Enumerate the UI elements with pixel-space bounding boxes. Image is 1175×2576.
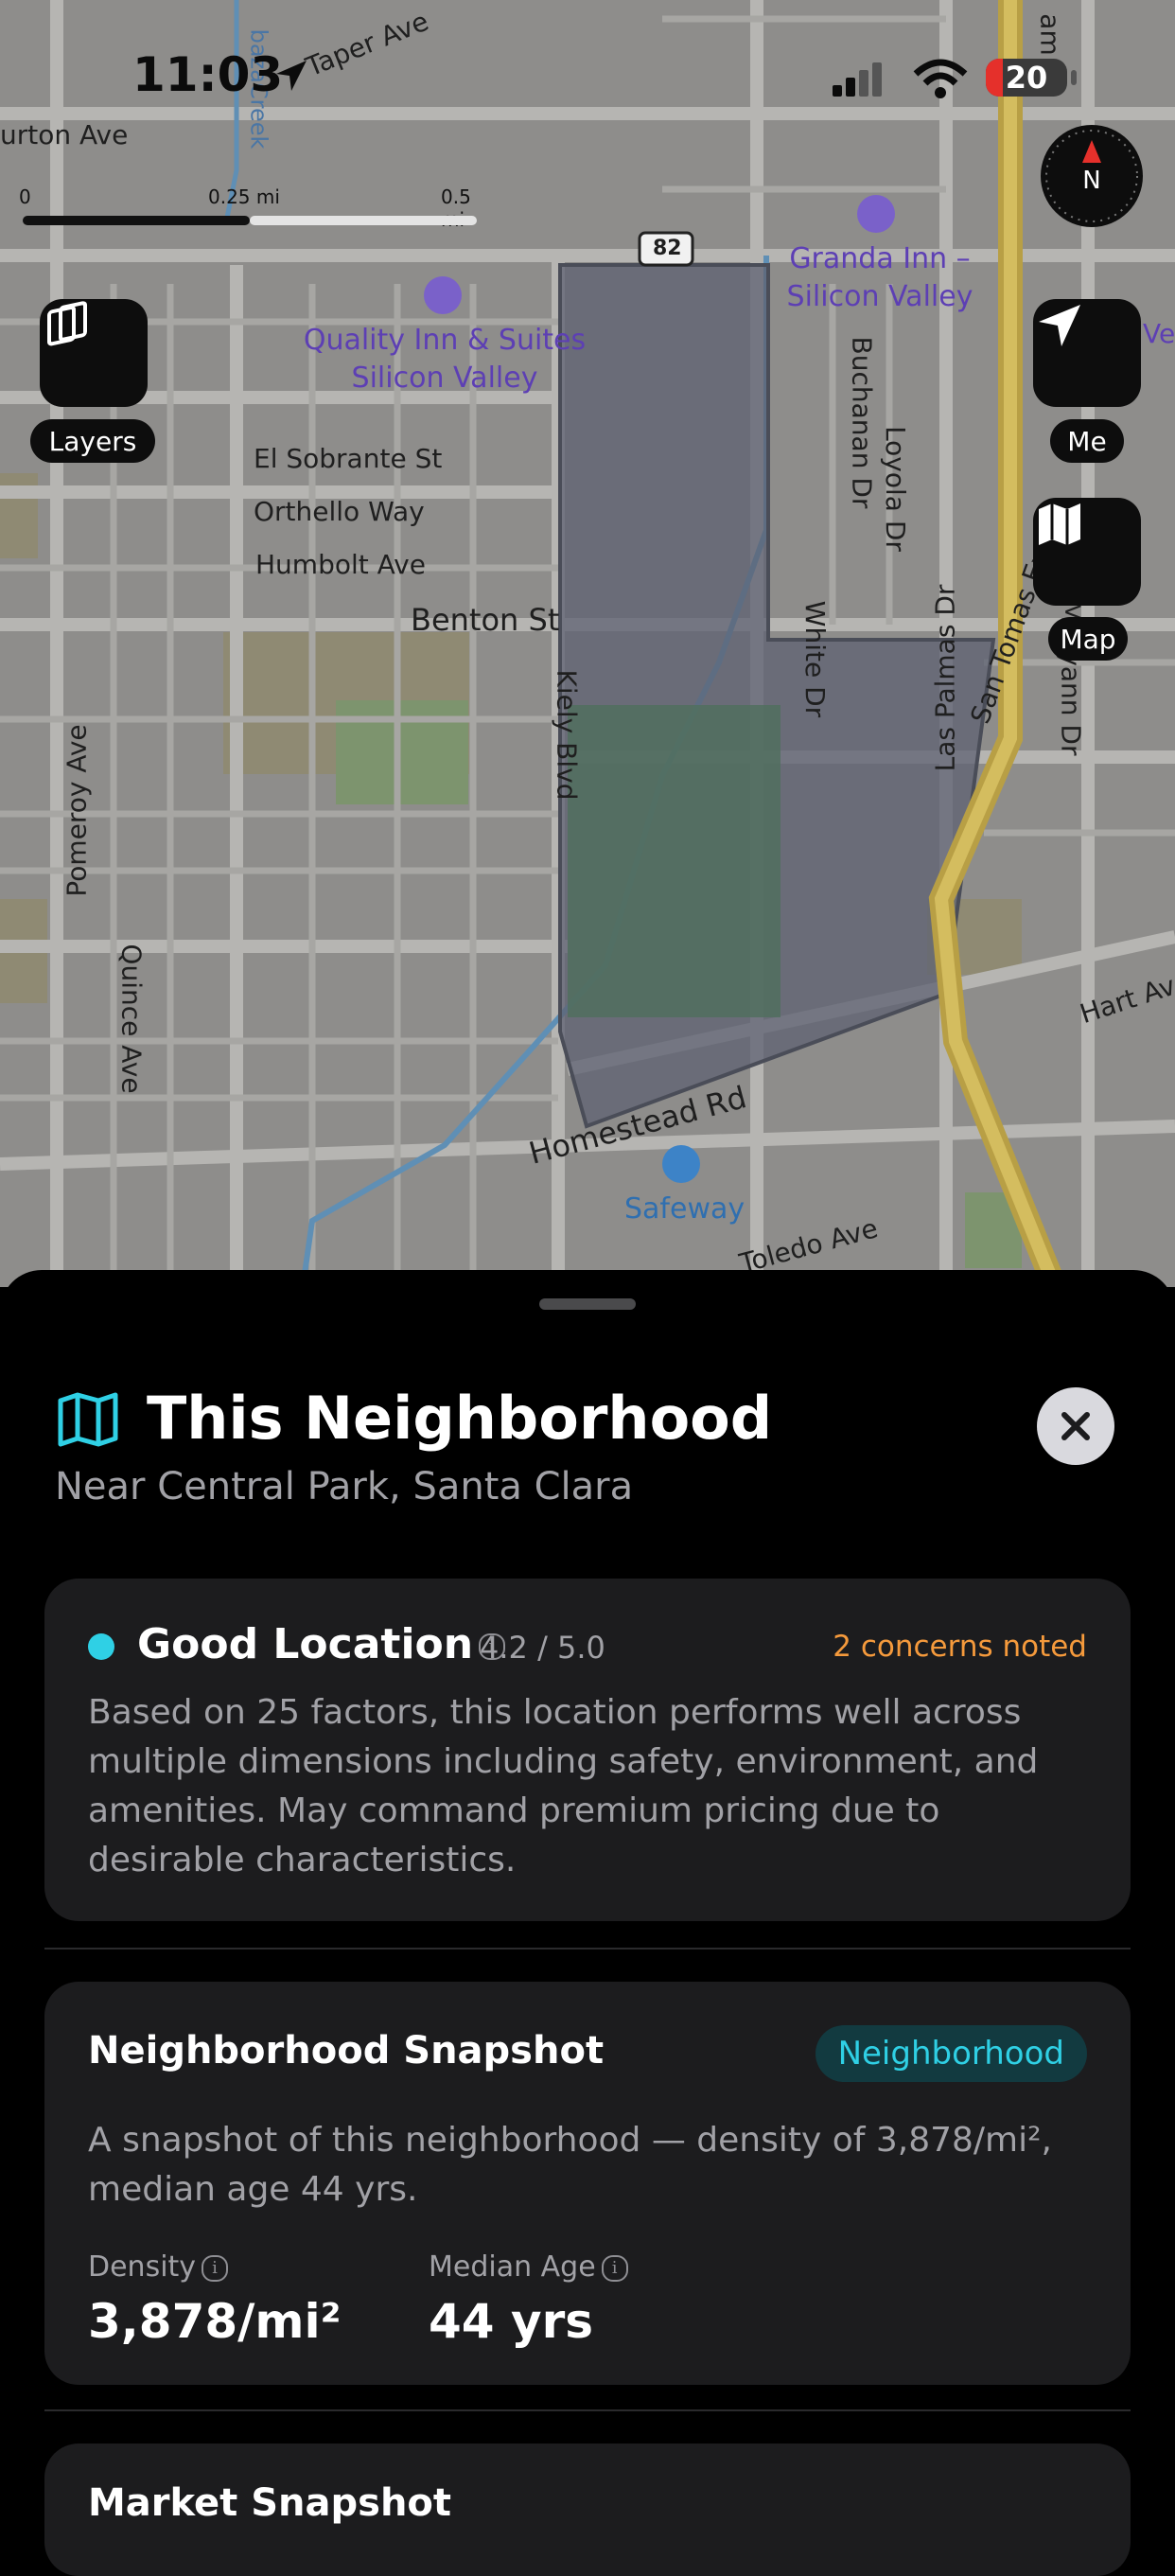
street-label: Humbolt Ave: [255, 549, 426, 580]
hotel-poi-icon[interactable]: [857, 195, 895, 233]
street-label: Benton St: [411, 602, 560, 638]
snapshot-description: A snapshot of this neighborhood — densit…: [88, 2121, 1052, 2209]
poi-label-line: Silicon Valley: [351, 362, 538, 395]
layers-button-label[interactable]: Layers: [30, 419, 155, 463]
map-style-button[interactable]: [1033, 498, 1141, 606]
map-view[interactable]: 82 Taper Ave urton Ave bazaCreek El Sobr…: [0, 0, 1175, 1287]
poi-label-line: Granda Inn –: [789, 242, 971, 275]
poi-label-line: Quality Inn & Suites: [303, 324, 587, 357]
street-label: urton Ave: [0, 119, 129, 150]
divider: [44, 2409, 1131, 2411]
market-snapshot-card[interactable]: Market Snapshot: [44, 2444, 1131, 2576]
map-icon: [1039, 503, 1080, 545]
info-icon[interactable]: i: [601, 2254, 628, 2282]
density-label: Density i: [88, 2250, 229, 2284]
street-label: El Sobrante St: [254, 443, 443, 474]
rating-label: Good Location i: [137, 1620, 506, 1668]
street-label: Pomeroy Ave: [61, 724, 93, 897]
map-style-label[interactable]: Map: [1048, 617, 1128, 661]
location-rating-card[interactable]: Good Location i 4.2 / 5.0 2 concerns note…: [44, 1579, 1131, 1921]
category-tag: Neighborhood: [815, 2025, 1087, 2082]
grocery-poi-icon[interactable]: [662, 1145, 700, 1183]
scale-label: 0.25 mi: [208, 185, 280, 208]
poi-granda-inn[interactable]: Granda Inn – Silicon Valley: [757, 240, 1003, 316]
median-age-value: 44 yrs: [429, 2294, 593, 2349]
street-label: White Dr: [799, 600, 832, 718]
battery-tip: [1071, 70, 1077, 85]
sheet-grabber[interactable]: [539, 1298, 636, 1310]
layers-icon: [47, 301, 87, 346]
neighborhood-sheet: This Neighborhood Near Central Park, San…: [0, 1270, 1175, 2576]
neighborhood-snapshot-card[interactable]: Neighborhood Snapshot Neighborhood A sna…: [44, 1982, 1131, 2385]
battery-level: 20: [1005, 60, 1048, 96]
layers-button[interactable]: [40, 299, 148, 407]
scale-label: 0: [19, 185, 31, 208]
map-icon: [57, 1391, 119, 1452]
rating-description: Based on 25 factors, this location perfo…: [88, 1693, 1039, 1879]
divider: [44, 1948, 1131, 1950]
density-label-text: Density: [88, 2250, 197, 2284]
street-label: Buchanan Dr: [846, 336, 878, 509]
close-button[interactable]: [1037, 1387, 1114, 1465]
street-label: am: [1034, 13, 1066, 56]
route-shield-label: 82: [653, 237, 682, 260]
poi-safeway[interactable]: Safeway: [624, 1191, 745, 1228]
street-label: Las Palmas Dr: [929, 584, 961, 772]
location-arrow-icon: [1039, 305, 1080, 346]
compass-button[interactable]: N: [1041, 125, 1143, 227]
battery-icon: 20: [986, 59, 1067, 97]
market-snapshot-title: Market Snapshot: [88, 2481, 452, 2525]
hotel-poi-icon[interactable]: [424, 276, 462, 314]
status-dot: [88, 1633, 114, 1660]
sheet-title: This Neighborhood: [147, 1384, 773, 1453]
compass-north-label: N: [1082, 167, 1101, 195]
density-value: 3,878/mi²: [88, 2294, 342, 2349]
street-label: Ves: [1143, 318, 1175, 349]
concerns-badge[interactable]: 2 concerns noted: [833, 1630, 1087, 1664]
median-age-label: Median Age i: [429, 2250, 628, 2284]
rating-label-text: Good Location: [137, 1620, 474, 1668]
street-label: Kiely Blvd: [551, 669, 583, 801]
median-age-label-text: Median Age: [429, 2250, 596, 2284]
street-label: Loyola Dr: [879, 426, 911, 552]
poi-quality-inn[interactable]: Quality Inn & Suites Silicon Valley: [303, 322, 587, 397]
poi-label-line: Silicon Valley: [786, 280, 973, 313]
street-label: Quince Ave: [115, 944, 148, 1094]
snapshot-title: Neighborhood Snapshot: [88, 2029, 605, 2073]
street-label: Orthello Way: [254, 496, 425, 527]
my-location-button[interactable]: [1033, 299, 1141, 407]
rating-score: 4.2 / 5.0: [480, 1630, 605, 1666]
sheet-subtitle: Near Central Park, Santa Clara: [55, 1465, 634, 1509]
info-icon[interactable]: i: [202, 2254, 229, 2282]
my-location-label[interactable]: Me: [1050, 419, 1124, 463]
close-icon: [1061, 1412, 1090, 1440]
status-time: 11:03: [132, 47, 284, 102]
